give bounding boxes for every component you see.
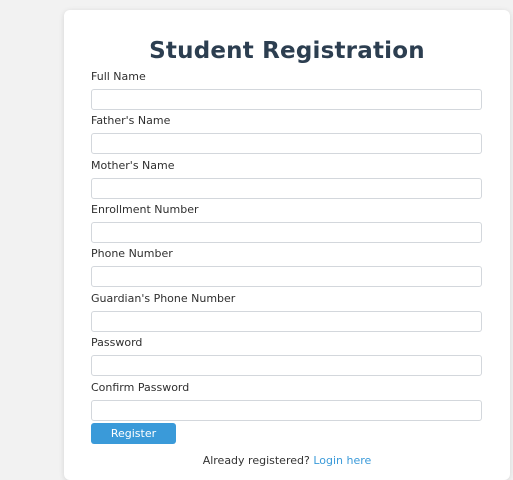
mothers-name-label: Mother's Name — [91, 159, 175, 172]
guardian-phone-input[interactable] — [91, 311, 482, 332]
fathers-name-label: Father's Name — [91, 114, 171, 127]
full-name-label: Full Name — [91, 70, 146, 83]
page-title: Student Registration — [149, 38, 425, 64]
full-name-group: Full Name — [91, 70, 482, 110]
fathers-name-input[interactable] — [91, 133, 482, 154]
login-prompt-text: Already registered? — [202, 454, 310, 467]
phone-number-input[interactable] — [91, 266, 482, 287]
fathers-name-group: Father's Name — [91, 114, 482, 154]
password-input[interactable] — [91, 355, 482, 376]
phone-number-group: Phone Number — [91, 247, 482, 287]
mothers-name-group: Mother's Name — [91, 159, 482, 199]
login-link[interactable]: Login here — [313, 454, 371, 467]
confirm-password-input[interactable] — [91, 400, 482, 421]
confirm-password-label: Confirm Password — [91, 381, 190, 394]
guardian-phone-group: Guardian's Phone Number — [91, 292, 482, 332]
enrollment-number-label: Enrollment Number — [91, 203, 199, 216]
registration-card: Student Registration Full Name Father's … — [64, 10, 510, 480]
phone-number-label: Phone Number — [91, 247, 173, 260]
mothers-name-input[interactable] — [91, 178, 482, 199]
register-button[interactable]: Register — [91, 423, 176, 444]
confirm-password-group: Confirm Password — [91, 381, 482, 421]
password-group: Password — [91, 336, 482, 376]
full-name-input[interactable] — [91, 89, 482, 110]
enrollment-number-group: Enrollment Number — [91, 203, 482, 243]
password-label: Password — [91, 336, 143, 349]
enrollment-number-input[interactable] — [91, 222, 482, 243]
login-prompt-line: Already registered? Login here — [64, 454, 510, 468]
guardian-phone-label: Guardian's Phone Number — [91, 292, 236, 305]
